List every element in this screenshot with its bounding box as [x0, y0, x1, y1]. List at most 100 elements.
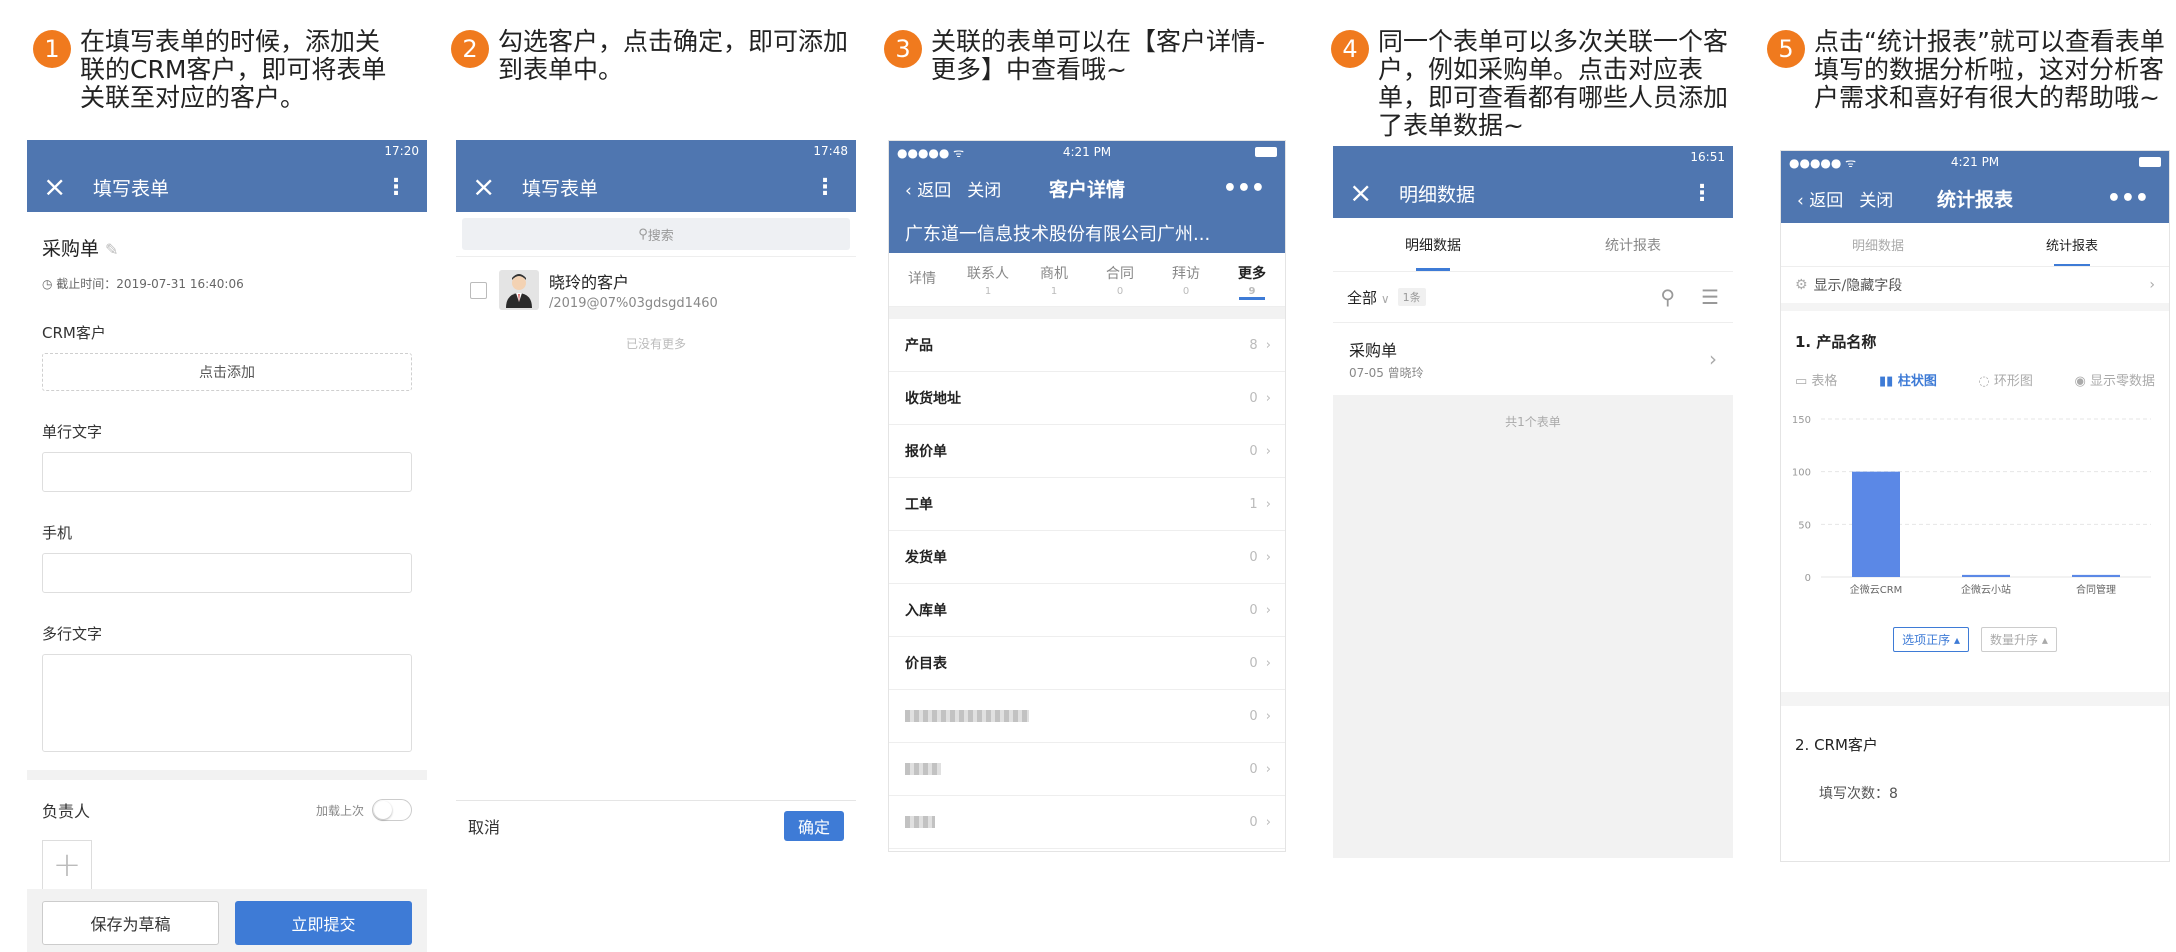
page-title: 明细数据: [1399, 183, 1476, 206]
carrier-signal: ●●●●● ᯤ: [1789, 155, 1857, 170]
close-icon[interactable]: ×: [43, 173, 73, 201]
tab-count: 1: [1050, 285, 1058, 297]
chart-bar[interactable]: [1852, 471, 1900, 577]
tab-visit[interactable]: 拜访 0: [1153, 253, 1219, 306]
top-bar: × 填写表单 ⋮: [27, 162, 427, 212]
tab-label: 详情: [908, 271, 936, 287]
search-icon[interactable]: ⚲: [1660, 285, 1675, 309]
tab-detail[interactable]: 详情: [889, 253, 955, 306]
filter-all-dropdown[interactable]: 全部 ∨: [1347, 287, 1390, 308]
list-item-delivery[interactable]: 发货单 0: [889, 531, 1285, 584]
more-icon[interactable]: ⋮: [1691, 181, 1713, 206]
list-item-product[interactable]: 产品 8: [889, 319, 1285, 372]
more-icon[interactable]: ⋮: [814, 175, 836, 200]
list-item-warehouse[interactable]: 入库单 0: [889, 584, 1285, 637]
step-4-text: 同一个表单可以多次关联一个客户，例如采购单。点击对应表单，即可查看都有哪些人员添…: [1378, 27, 1729, 140]
add-owner-button[interactable]: +: [42, 840, 92, 890]
section-crm-customer: 2. CRM客户: [1795, 736, 1878, 754]
list-item-count: 0: [1249, 550, 1271, 565]
list-item-label: 产品: [905, 338, 933, 354]
page-title: 填写表单: [93, 177, 170, 200]
list-item-count: 0: [1249, 444, 1271, 459]
step-2-text: 勾选客户，点击确定，即可添加到表单中。: [498, 27, 849, 84]
list-item-count: 0: [1249, 815, 1271, 830]
tab-detail-data[interactable]: 明细数据: [1781, 223, 1975, 266]
tab-stats-report[interactable]: 统计报表: [1975, 223, 2169, 266]
list-item-ticket[interactable]: 工单 1: [889, 478, 1285, 531]
y-tick-label: 0: [1805, 573, 1811, 584]
back-button[interactable]: ‹ 返回: [905, 176, 951, 201]
tab-contacts[interactable]: 联系人 1: [955, 253, 1021, 306]
eye-icon: ◉: [2074, 374, 2090, 389]
multi-text-input[interactable]: [42, 654, 412, 752]
chart-bar[interactable]: [1962, 574, 2010, 577]
form-title: 采购单 ✎: [42, 234, 412, 261]
sort-option-asc-button[interactable]: 选项正序 ▴: [1893, 627, 1969, 652]
toggle-fields-row[interactable]: ⚙ 显示/隐藏字段 ›: [1781, 267, 2169, 311]
chart-type-table[interactable]: ▭ 表格: [1795, 370, 1837, 389]
search-icon: ⚲: [638, 226, 648, 242]
plus-icon: +: [52, 845, 82, 885]
save-draft-button[interactable]: 保存为草稿: [42, 901, 219, 945]
tab-detail-data[interactable]: 明细数据: [1333, 218, 1533, 271]
mobile-input[interactable]: [42, 553, 412, 593]
y-tick-label: 50: [1798, 520, 1811, 531]
single-text-input[interactable]: [42, 452, 412, 492]
chart-bar[interactable]: [2072, 574, 2120, 577]
battery-icon: [2139, 157, 2161, 167]
back-button[interactable]: ‹ 返回: [1797, 186, 1843, 211]
list-item-count: 0: [1249, 656, 1271, 671]
table-icon: ▭: [1795, 374, 1812, 389]
filter-all-label: 全部: [1347, 288, 1378, 307]
bar-chart-icon: ▮▮: [1879, 374, 1898, 389]
more-icon[interactable]: •••: [2107, 186, 2149, 211]
chevron-right-icon: ›: [1709, 347, 1717, 371]
record-item[interactable]: 采购单 07-05 曾晓玲 ›: [1333, 322, 1733, 395]
cancel-button[interactable]: 取消: [468, 814, 500, 838]
chart-type-label: 环形图: [1993, 374, 2033, 389]
tab-stats-report[interactable]: 统计报表: [1533, 218, 1733, 271]
more-icon[interactable]: •••: [1223, 176, 1265, 201]
list-item-blurred[interactable]: 0: [889, 743, 1285, 796]
tab-contract[interactable]: 合同 0: [1087, 253, 1153, 306]
list-item-label: 收货地址: [905, 391, 961, 407]
confirm-button[interactable]: 确定: [784, 810, 844, 841]
show-zero-data[interactable]: ◉ 显示零数据: [2074, 370, 2155, 389]
divider: [27, 770, 427, 780]
chart-type-bar[interactable]: ▮▮ 柱状图: [1879, 370, 1937, 389]
tab-opportunity[interactable]: 商机 1: [1021, 253, 1087, 306]
list-item-count: 8: [1249, 338, 1271, 353]
single-text-label: 单行文字: [42, 423, 103, 441]
tab-more[interactable]: 更多 9: [1219, 253, 1285, 306]
no-more-text: 已没有更多: [625, 337, 686, 351]
chart-type-ring[interactable]: ◌ 环形图: [1978, 370, 2033, 389]
close-icon[interactable]: ×: [472, 173, 502, 201]
list-item-blurred[interactable]: 0: [889, 796, 1285, 849]
submit-button[interactable]: 立即提交: [235, 901, 412, 945]
customer-row[interactable]: 晓玲的客户 /2019@07%03gdsgd1460: [456, 256, 856, 323]
search-placeholder: 搜索: [647, 228, 674, 244]
more-icon[interactable]: ⋮: [385, 175, 407, 200]
close-icon[interactable]: ×: [1349, 179, 1379, 207]
list-item-quote[interactable]: 报价单 0: [889, 425, 1285, 478]
filter-bar: 全部 ∨ 1条 ⚲ ☰: [1333, 272, 1733, 322]
y-tick-label: 100: [1792, 468, 1811, 479]
customer-checkbox[interactable]: [470, 281, 487, 299]
tab-count: 0: [1182, 285, 1190, 297]
edit-icon[interactable]: ✎: [105, 240, 118, 259]
top-bar: ‹ 返回 关闭 客户详情 •••: [889, 163, 1285, 213]
load-last-group: 加载上次: [316, 799, 412, 821]
tab-count: 9: [1248, 285, 1256, 297]
list-item-address[interactable]: 收货地址 0: [889, 372, 1285, 425]
list-filter-icon[interactable]: ☰: [1701, 285, 1719, 309]
list-item-blurred[interactable]: 0: [889, 690, 1285, 743]
close-button[interactable]: 关闭: [967, 176, 1001, 201]
list-item-label: 工单: [905, 497, 933, 513]
sort-quantity-asc-button[interactable]: 数量升序 ▴: [1981, 627, 2057, 652]
close-button[interactable]: 关闭: [1859, 186, 1893, 211]
customer-info: 晓玲的客户 /2019@07%03gdsgd1460: [549, 269, 718, 311]
search-input[interactable]: ⚲ 搜索: [462, 218, 850, 250]
list-item-pricelist[interactable]: 价目表 0: [889, 637, 1285, 690]
load-last-toggle[interactable]: [372, 799, 412, 821]
crm-add-button[interactable]: 点击添加: [42, 353, 412, 391]
